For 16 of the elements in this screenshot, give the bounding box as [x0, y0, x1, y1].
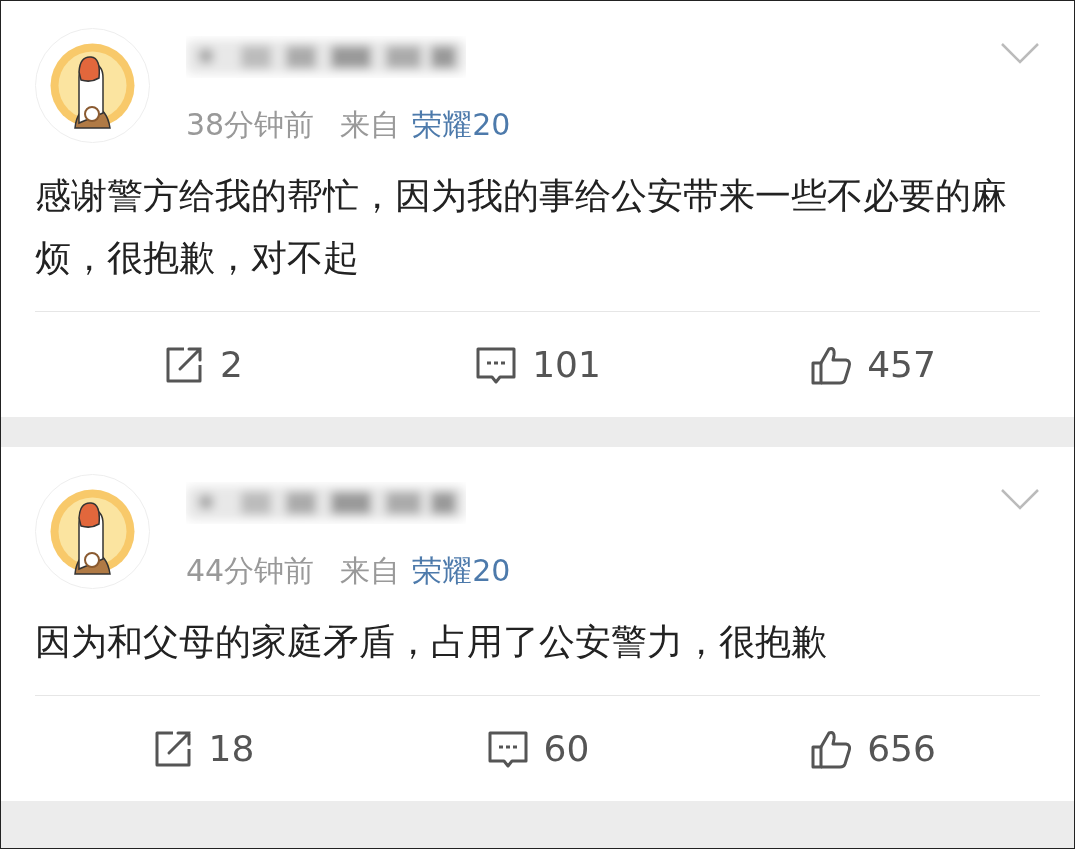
post-text: 感谢警方给我的帮忙，因为我的事给公安带来一些不必要的麻烦，很抱歉，对不起	[35, 174, 1008, 280]
repost-button[interactable]: 2	[35, 337, 370, 392]
comment-button[interactable]: 101	[370, 337, 705, 392]
post-time: 38分钟前	[186, 107, 315, 143]
repost-button[interactable]: 18	[35, 721, 370, 776]
device-link[interactable]: 荣耀20	[412, 107, 511, 143]
source-label: 来自	[340, 107, 401, 143]
like-button[interactable]: 656	[705, 721, 1040, 776]
avatar[interactable]	[35, 28, 150, 143]
like-button[interactable]: 457	[705, 337, 1040, 392]
device-link[interactable]: 荣耀20	[412, 553, 511, 589]
post-text: 因为和父母的家庭矛盾，占用了公安警力，很抱歉	[35, 620, 828, 664]
source-label: 来自	[340, 553, 401, 589]
avatar[interactable]	[35, 474, 150, 589]
post-time: 44分钟前	[186, 553, 315, 589]
comment-button[interactable]: 60	[370, 721, 705, 776]
